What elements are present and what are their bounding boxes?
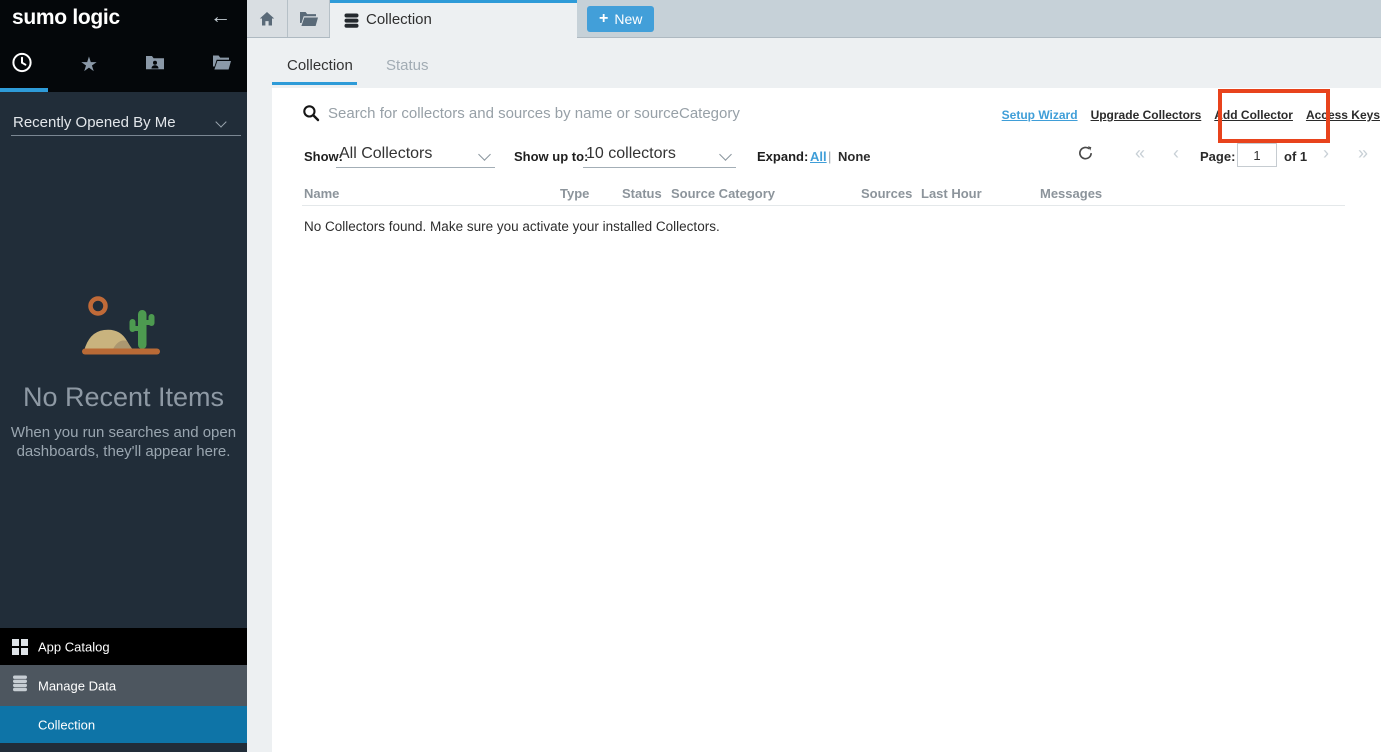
no-recent-items-title: No Recent Items [0, 382, 247, 413]
app-catalog-label: App Catalog [38, 639, 110, 654]
action-links: Setup Wizard Upgrade Collectors Add Coll… [1002, 108, 1380, 122]
page-of-label: of 1 [1284, 149, 1307, 164]
folder-icon [299, 11, 318, 26]
column-header-messages[interactable]: Messages [1040, 186, 1102, 201]
home-icon [259, 11, 275, 26]
pagination-last-icon[interactable]: » [1358, 144, 1368, 162]
limit-filter-value: 10 collectors [586, 145, 676, 163]
active-nav-indicator [0, 88, 48, 92]
column-header-sources[interactable]: Sources [861, 186, 912, 201]
new-button-label: New [614, 11, 642, 27]
subtab-status[interactable]: Status [386, 57, 429, 74]
add-collector-link[interactable]: Add Collector [1214, 108, 1293, 122]
collection-panel: Setup Wizard Upgrade Collectors Add Coll… [272, 88, 1381, 752]
chevron-down-icon [215, 116, 226, 127]
database-icon [344, 13, 359, 29]
show-filter-dropdown[interactable]: All Collectors [336, 143, 495, 168]
search-input[interactable] [328, 100, 968, 126]
collection-label: Collection [38, 717, 95, 732]
column-header-source-category[interactable]: Source Category [671, 186, 775, 201]
pagination-first-icon[interactable]: « [1135, 144, 1145, 162]
app-catalog-grid-icon [12, 639, 28, 655]
sidebar-item-collection[interactable]: Collection [0, 706, 247, 743]
chevron-down-icon [719, 148, 732, 161]
sidebar-item-app-catalog[interactable]: App Catalog [0, 628, 247, 665]
recently-opened-label: Recently Opened By Me [13, 114, 176, 131]
expand-label: Expand: [757, 149, 808, 164]
column-header-name[interactable]: Name [304, 186, 339, 201]
search-icon [302, 104, 320, 127]
desert-empty-illustration [82, 294, 160, 362]
refresh-icon[interactable] [1078, 145, 1093, 166]
page-number-input[interactable] [1237, 143, 1277, 167]
recently-opened-dropdown[interactable]: Recently Opened By Me [0, 104, 247, 138]
chevron-down-icon [478, 148, 491, 161]
subtab-collection[interactable]: Collection [287, 57, 353, 74]
library-folder-icon[interactable] [213, 55, 232, 75]
pagination-next-icon[interactable]: › [1323, 144, 1329, 162]
tab-collection[interactable]: Collection [330, 0, 577, 38]
upgrade-collectors-link[interactable]: Upgrade Collectors [1091, 108, 1202, 122]
column-header-last-hour[interactable]: Last Hour [921, 186, 982, 201]
new-button[interactable]: + New [587, 6, 654, 32]
sidebar-bottom-menu: App Catalog Manage Data Collection [0, 628, 247, 743]
subtab-bar: Collection Status [247, 38, 1381, 88]
personal-folder-icon[interactable] [146, 55, 165, 76]
expand-divider: | [828, 149, 831, 164]
sidebar-item-manage-data[interactable]: Manage Data [0, 665, 247, 706]
sidebar-header: sumo logic ← [0, 0, 247, 38]
empty-state-text-line2: dashboards, they'll appear here. [0, 443, 247, 460]
sidebar: sumo logic ← ★ Recently Opened By [0, 0, 247, 752]
pagination-prev-icon[interactable]: ‹ [1173, 144, 1179, 162]
top-tab-bar: Collection + New [247, 0, 1381, 38]
access-keys-link[interactable]: Access Keys [1306, 108, 1380, 122]
empty-state-text-line1: When you run searches and open [0, 424, 247, 441]
home-tab-button[interactable] [247, 0, 288, 37]
expand-all-link[interactable]: All [810, 149, 827, 164]
plus-icon: + [599, 11, 608, 27]
recents-clock-icon[interactable] [11, 52, 33, 79]
sumo-logic-logo: sumo logic [12, 6, 120, 30]
sun-icon [91, 299, 106, 314]
column-header-status[interactable]: Status [622, 186, 662, 201]
page-label: Page: [1200, 149, 1235, 164]
expand-none-link[interactable]: None [838, 149, 871, 164]
column-header-type[interactable]: Type [560, 186, 589, 201]
no-collectors-message: No Collectors found. Make sure you activ… [304, 219, 720, 234]
collapse-sidebar-icon[interactable]: ← [210, 5, 231, 29]
limit-filter-dropdown[interactable]: 10 collectors [583, 143, 736, 168]
show-filter-value: All Collectors [339, 145, 432, 163]
setup-wizard-link[interactable]: Setup Wizard [1002, 108, 1078, 122]
library-tab-button[interactable] [288, 0, 330, 37]
sidebar-icon-strip: ★ [0, 38, 247, 92]
tab-collection-label: Collection [366, 11, 432, 28]
database-icon [12, 675, 28, 697]
active-subtab-indicator [272, 82, 357, 85]
manage-data-label: Manage Data [38, 678, 116, 693]
divider [11, 135, 241, 136]
favorites-star-icon[interactable]: ★ [80, 55, 98, 75]
limit-filter-label: Show up to: [514, 149, 588, 164]
table-header-divider [302, 205, 1345, 206]
